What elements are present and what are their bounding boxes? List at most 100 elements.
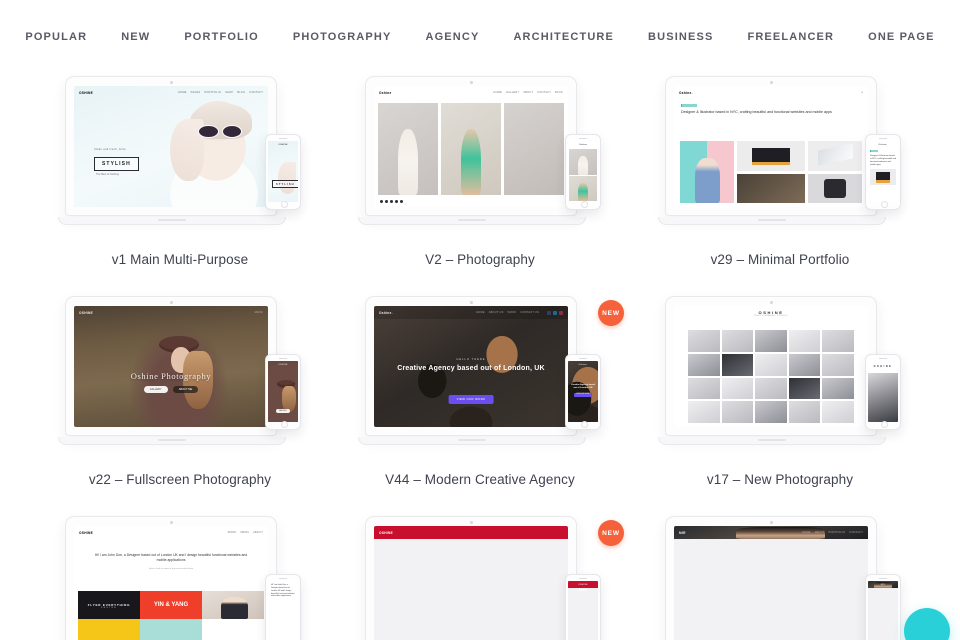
phone-frame: OSHINE GALLERY	[265, 354, 301, 430]
device-mockup: Oshine HOME GALLERY ABOUT CONTACT BLOG O…	[357, 72, 603, 240]
hero-headline: STYLISH	[94, 157, 139, 171]
laptop-base	[658, 217, 886, 225]
laptop-frame: OSHINE Nike Running	[365, 516, 577, 640]
site-nav-link: HOME	[801, 531, 811, 534]
hero-headline: Oshine Photography	[130, 370, 212, 381]
cta-button[interactable]: VIEW OUR WORK	[448, 394, 494, 404]
gallery-button[interactable]: GALLERY	[143, 385, 168, 393]
phone-frame: MIR	[865, 574, 901, 640]
hero-kicker: Clean and fresh, write	[94, 148, 126, 151]
carousel-dots[interactable]	[380, 200, 403, 203]
phone-frame: Oshine. Designer & Illustrator based in …	[865, 134, 901, 210]
card-title: v29 – Minimal Portfolio	[710, 252, 850, 267]
laptop-frame: OSHINE MENU Oshine Photography GALLERY A…	[58, 296, 286, 445]
filter-architecture[interactable]: ARCHITECTURE	[496, 31, 631, 43]
phone-screen: OSHINE	[868, 361, 898, 422]
site-nav-link: ABOUT	[253, 531, 263, 534]
site-tagline: PHOTOGRAPHY STUDIO	[754, 315, 788, 317]
work-tile-portrait	[202, 591, 264, 619]
social-icons[interactable]	[547, 310, 563, 315]
filter-new[interactable]: NEW	[104, 31, 167, 43]
laptop-frame: MIR HOME ABOUT PORTFOLIO CONTACT We Make…	[665, 516, 877, 640]
device-mockup: OSHINE MENU Oshine Photography GALLERY A…	[57, 292, 303, 460]
filter-agency[interactable]: AGENCY	[408, 31, 496, 43]
phone-screen: Oshine. Creative Agency based out of Lon…	[568, 361, 598, 422]
demo-card-v2[interactable]: Oshine HOME GALLERY ABOUT CONTACT BLOG O…	[330, 72, 630, 292]
site-nav-link[interactable]: MENU	[255, 311, 263, 314]
demo-card-v44[interactable]: NEW Oshine. HOME ABOUT US WORK CONTACT U…	[330, 292, 630, 512]
phone-logo: OSHINE	[278, 363, 288, 366]
work-tile-yinyang: YIN & YANG	[140, 591, 202, 619]
laptop-base	[358, 437, 586, 445]
hero-kicker: HELLO THERE	[456, 357, 486, 361]
demo-card-v22[interactable]: OSHINE MENU Oshine Photography GALLERY A…	[30, 292, 330, 512]
filter-freelancer[interactable]: FREELANCER	[730, 31, 851, 43]
filter-one-page[interactable]: ONE PAGE	[851, 31, 951, 43]
filter-shop[interactable]: SHOP	[952, 32, 960, 43]
site-nav-link: ABOUT US	[488, 310, 504, 314]
filter-popular[interactable]: POPULAR	[8, 31, 104, 43]
phone-gallery-button[interactable]: GALLERY	[275, 409, 291, 414]
phone-headline: STYLISH	[272, 180, 298, 188]
hero-buttons: GALLERY ABOUT ME	[74, 385, 268, 393]
site-logo: OSHINE	[79, 310, 94, 315]
filter-photography[interactable]: PHOTOGRAPHY	[276, 31, 409, 43]
site-nav-link: PORTFOLIO	[204, 91, 222, 94]
work-grid: FLYER EVERYTHING DESIGN YIN & YANG	[78, 591, 264, 640]
phone-logo: Oshine.	[878, 143, 888, 146]
laptop-screen: Oshine. HOME ABOUT US WORK CONTACT US HE…	[374, 306, 568, 427]
site-nav-link: ABOUT	[523, 91, 534, 94]
device-mockup: Oshine. HOME ABOUT US WORK CONTACT US HE…	[357, 292, 603, 460]
device-mockup: Oshine. ≡ Designer & Illustrator based i…	[657, 72, 903, 240]
work-tile-flyer: FLYER EVERYTHING DESIGN	[78, 591, 140, 619]
photo-mosaic	[688, 330, 854, 423]
device-mockup: MIR HOME ABOUT PORTFOLIO CONTACT We Make…	[657, 512, 903, 640]
demo-card-v1[interactable]: OSHINE HOME PAGES PORTFOLIO SHOP BLOG CO…	[30, 72, 330, 292]
phone-screen: OSHINE GALLERY	[268, 361, 298, 422]
laptop-screen: OSHINE HOME PAGES PORTFOLIO SHOP BLOG CO…	[74, 86, 268, 207]
gallery-photo	[441, 103, 501, 195]
site-logo: OSHINE	[79, 530, 94, 535]
filter-business[interactable]: BUSINESS	[631, 31, 730, 43]
site-nav-link: HOME	[493, 91, 502, 94]
site-nav-link: SHOP	[225, 91, 234, 94]
phone-cta-button[interactable]: VIEW OUR WORK	[574, 392, 592, 397]
site-nav-link: BLOG	[237, 91, 246, 94]
work-tile-yellow	[78, 619, 140, 640]
portfolio-tile	[807, 141, 862, 171]
demo-card-video[interactable]: MIR HOME ABOUT PORTFOLIO CONTACT We Make…	[630, 512, 930, 640]
site-nav-link: CONTACT	[249, 91, 263, 94]
device-mockup: OSHINE WORK NEWS ABOUT Hi! I am John Doe…	[57, 512, 303, 640]
demo-card-freelancer[interactable]: OSHINE WORK NEWS ABOUT Hi! I am John Doe…	[30, 512, 330, 640]
hamburger-icon[interactable]: ≡	[861, 91, 863, 94]
laptop-screen: OSHINE MENU Oshine Photography GALLERY A…	[74, 306, 268, 427]
phone-screen: MIR	[868, 581, 898, 640]
new-badge: NEW	[598, 520, 624, 546]
phone-logo: Oshine	[578, 143, 588, 146]
demo-card-v17[interactable]: OSHINE PHOTOGRAPHY STUDIO OSHINE v17 – N…	[630, 292, 930, 512]
phone-logo: MIR	[880, 583, 886, 586]
laptop-frame: OSHINE PHOTOGRAPHY STUDIO	[658, 296, 886, 445]
laptop-base	[58, 217, 286, 225]
site-nav-link: PORTFOLIO	[828, 531, 846, 534]
laptop-frame: OSHINE WORK NEWS ABOUT Hi! I am John Doe…	[65, 516, 277, 640]
site-nav-link: PAGES	[190, 91, 201, 94]
tile-title: YIN & YANG	[153, 601, 189, 608]
device-mockup: OSHINE PHOTOGRAPHY STUDIO OSHINE	[657, 292, 903, 460]
demo-card-shop[interactable]: NEW OSHINE Nike Running	[330, 512, 630, 640]
phone-logo: OSHINE	[873, 365, 893, 368]
portfolio-tile	[737, 141, 805, 171]
site-nav-link: NEWS	[240, 531, 250, 534]
site-logo: Oshine.	[379, 310, 393, 315]
laptop-frame: OSHINE HOME PAGES PORTFOLIO SHOP BLOG CO…	[58, 76, 286, 225]
card-title: v22 – Fullscreen Photography	[88, 472, 272, 487]
laptop-frame: Oshine. ≡ Designer & Illustrator based i…	[658, 76, 886, 225]
filter-portfolio[interactable]: PORTFOLIO	[167, 31, 276, 43]
about-button[interactable]: ABOUT ME	[172, 385, 199, 393]
site-nav-link: CONTACT	[849, 531, 863, 534]
laptop-screen: OSHINE Nike Running	[374, 526, 568, 640]
hero-subtext: The Best of Nothing	[96, 173, 119, 176]
demo-card-v29[interactable]: Oshine. ≡ Designer & Illustrator based i…	[630, 72, 930, 292]
site-nav-link: HOME	[476, 310, 485, 314]
laptop-screen: Oshine HOME GALLERY ABOUT CONTACT BLOG	[374, 86, 568, 207]
